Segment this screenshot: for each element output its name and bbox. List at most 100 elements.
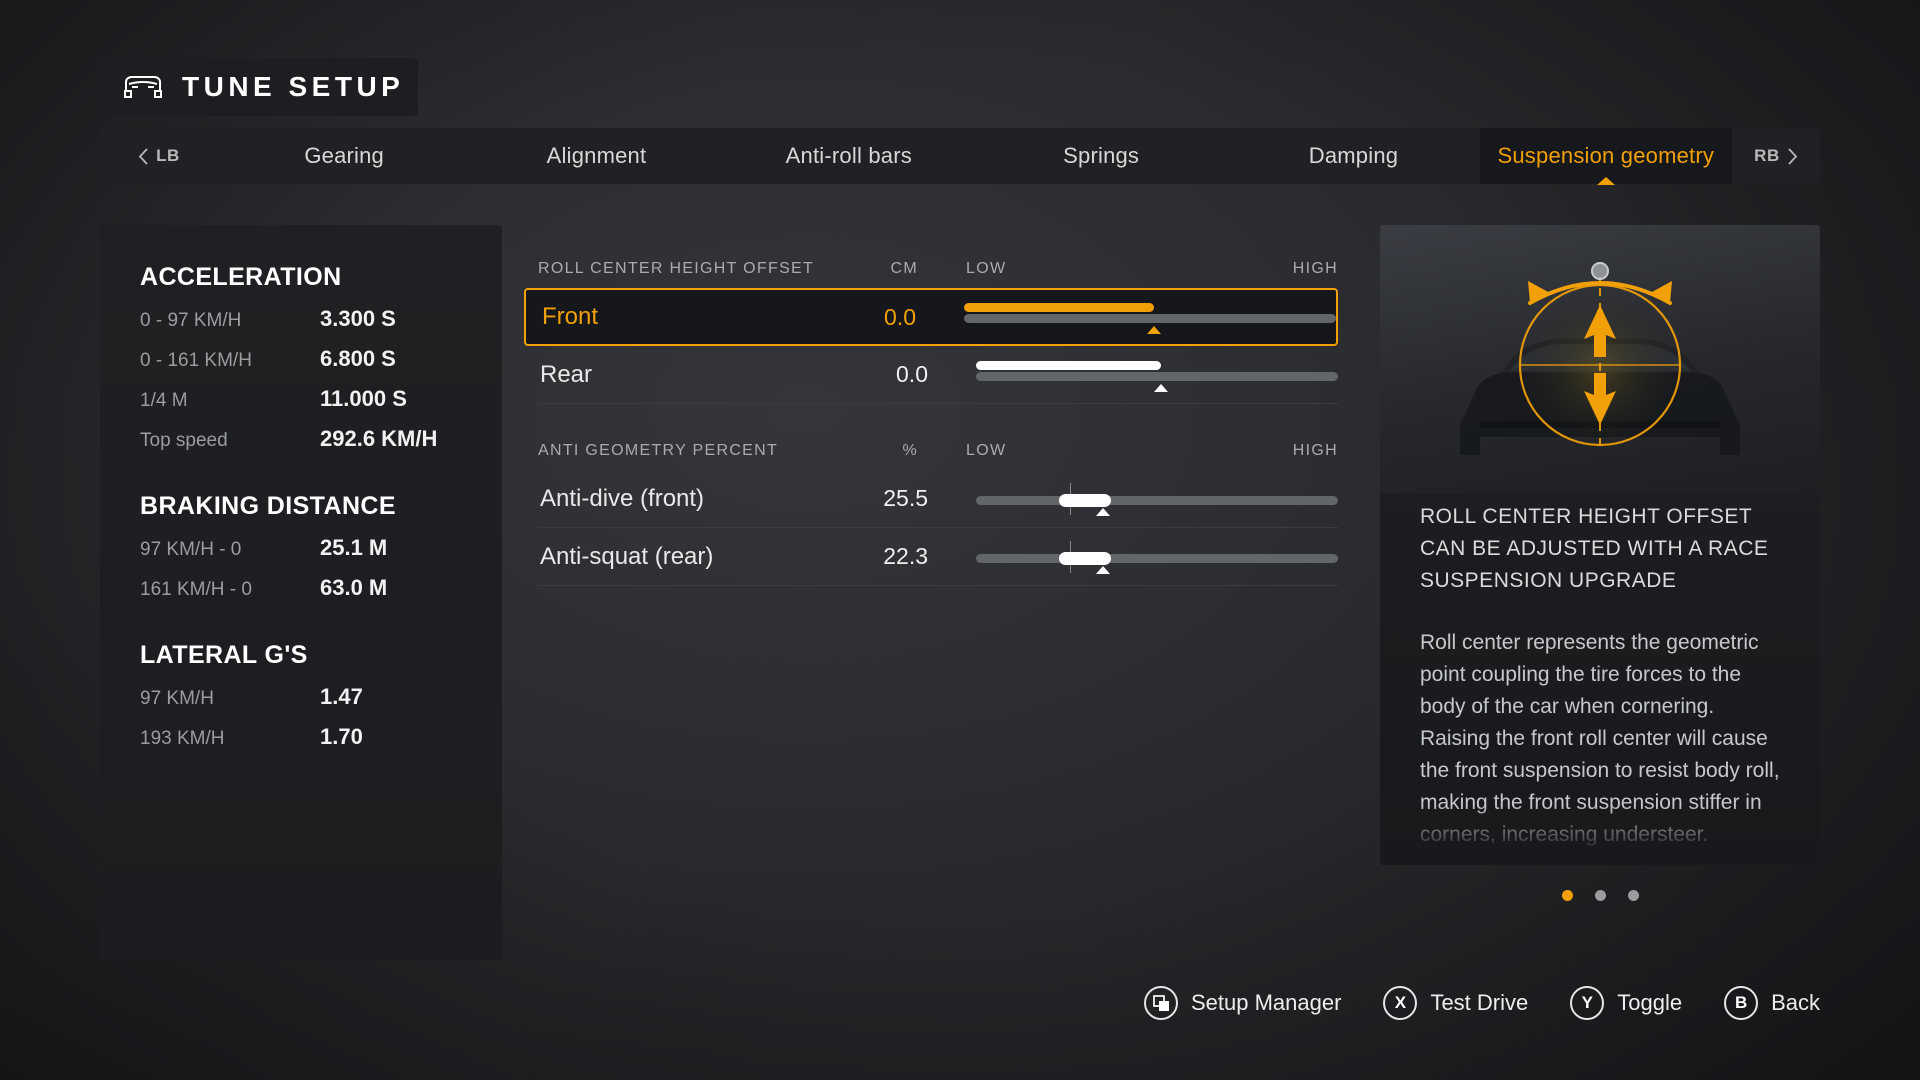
setting-name: Anti-squat (rear) <box>540 542 714 570</box>
stat-value: 6.800 S <box>320 346 396 371</box>
tab-label: Alignment <box>546 143 647 168</box>
footer-button-label: Back <box>1771 990 1820 1015</box>
windows-icon <box>1152 994 1169 1011</box>
tab-label: Damping <box>1308 143 1399 168</box>
setting-slider-front[interactable] <box>964 303 1336 334</box>
setting-value: 25.5 <box>883 485 928 511</box>
footer-button-label: Setup Manager <box>1191 990 1342 1015</box>
group-title: ANTI GEOMETRY PERCENT <box>538 442 779 459</box>
stat-row: 0 - 161 KM/H 6.800 S <box>140 346 462 386</box>
setup-manager-icon <box>1144 986 1178 1020</box>
pagination-dot-2[interactable] <box>1594 890 1606 901</box>
pagination-dot-1[interactable] <box>1561 890 1573 901</box>
stat-label: 0 - 161 KM/H <box>140 350 252 371</box>
chevron-right-icon <box>1788 147 1798 165</box>
tab-bar: LB Gearing Alignment Anti-roll bars Spri… <box>100 128 1820 185</box>
stat-label: 0 - 97 KM/H <box>140 310 242 331</box>
tab-anti-roll-bars[interactable]: Anti-roll bars <box>723 128 975 184</box>
slider-marker-icon <box>1146 326 1161 334</box>
stat-row: 193 KM/H 1.70 <box>140 724 462 764</box>
group-low-label: LOW <box>966 260 1007 277</box>
settings-list: ROLL CENTER HEIGHT OFFSET CM LOW HIGH Fr… <box>524 250 1338 586</box>
slider-handle[interactable] <box>1058 551 1111 565</box>
group-header-anti-geometry: ANTI GEOMETRY PERCENT % LOW HIGH <box>538 432 1338 470</box>
stat-value: 11.000 S <box>320 386 407 411</box>
footer-actions: Setup Manager X Test Drive Y Toggle B Ba… <box>0 975 1920 1031</box>
group-unit: % <box>902 442 918 459</box>
slider-track <box>976 495 1338 505</box>
footer-button-back[interactable]: B Back <box>1724 986 1820 1020</box>
button-b-icon: B <box>1724 986 1759 1020</box>
tab-alignment[interactable]: Alignment <box>470 128 722 184</box>
stat-value: 292.6 KM/H <box>320 426 438 451</box>
car-roll-center-diagram-icon <box>1460 262 1740 455</box>
group-low-label: LOW <box>966 442 1007 459</box>
setting-slider-anti-squat[interactable] <box>976 540 1338 574</box>
slider-marker-icon <box>1095 565 1110 574</box>
setting-row-rear[interactable]: Rear 0.0 <box>538 346 1338 404</box>
setting-row-front[interactable]: Front 0.0 <box>524 288 1338 346</box>
pagination-dot-3[interactable] <box>1627 890 1639 901</box>
stat-row: 161 KM/H - 0 63.0 M <box>140 575 462 615</box>
setting-name: Anti-dive (front) <box>540 484 705 512</box>
setting-name: Front <box>542 303 599 330</box>
tab-damping[interactable]: Damping <box>1227 128 1479 184</box>
stat-value: 63.0 M <box>320 575 388 600</box>
footer-button-label: Test Drive <box>1430 990 1529 1015</box>
group-unit: CM <box>890 260 918 277</box>
tab-label: Anti-roll bars <box>785 143 912 168</box>
group-header-roll-center: ROLL CENTER HEIGHT OFFSET CM LOW HIGH <box>538 250 1338 288</box>
tab-label: Suspension geometry <box>1497 143 1715 168</box>
info-text-fade <box>1380 805 1820 865</box>
stat-row: 0 - 97 KM/H 3.300 S <box>140 306 462 346</box>
chevron-left-icon <box>138 147 148 165</box>
footer-button-toggle[interactable]: Y Toggle <box>1570 986 1682 1020</box>
stat-row: 1/4 M 11.000 S <box>140 386 462 426</box>
tab-next-rb[interactable]: RB <box>1732 128 1820 184</box>
stat-row: 97 KM/H 1.47 <box>140 684 462 724</box>
footer-button-setup-manager[interactable]: Setup Manager <box>1144 986 1341 1020</box>
footer-button-label: Toggle <box>1617 990 1683 1015</box>
stat-label: 97 KM/H <box>140 688 214 709</box>
stats-heading-lateral-gs: LATERAL G'S <box>140 641 308 669</box>
tab-label: Gearing <box>304 143 384 168</box>
setting-slider-rear[interactable] <box>976 360 1338 392</box>
slider-track <box>964 314 1336 323</box>
stat-value: 1.47 <box>320 684 363 709</box>
info-title: ROLL CENTER HEIGHT OFFSET CAN BE ADJUSTE… <box>1420 505 1769 592</box>
tab-label: Springs <box>1063 143 1140 168</box>
stats-heading-braking: BRAKING DISTANCE <box>140 492 396 520</box>
stat-row: 97 KM/H - 0 25.1 M <box>140 535 462 575</box>
slider-handle[interactable] <box>1058 493 1111 507</box>
page-title-chip: TUNE SETUP <box>100 58 418 116</box>
tab-prev-label: LB <box>156 146 180 165</box>
group-high-label: HIGH <box>1292 442 1338 459</box>
page-title: TUNE SETUP <box>182 71 405 102</box>
stat-label: Top speed <box>140 430 228 451</box>
setting-row-anti-dive[interactable]: Anti-dive (front) 25.5 <box>538 470 1338 528</box>
slider-track <box>976 553 1338 563</box>
tab-springs[interactable]: Springs <box>975 128 1227 184</box>
tab-suspension-geometry[interactable]: Suspension geometry <box>1479 128 1732 185</box>
tab-gearing[interactable]: Gearing <box>218 128 470 184</box>
group-title: ROLL CENTER HEIGHT OFFSET <box>538 260 815 277</box>
slider-marker-icon <box>1153 383 1168 392</box>
group-high-label: HIGH <box>1292 260 1338 277</box>
tab-next-label: RB <box>1754 146 1780 165</box>
stat-value: 1.70 <box>320 724 363 749</box>
stats-heading-acceleration: ACCELERATION <box>140 263 342 291</box>
slider-fill <box>976 360 1161 370</box>
setting-row-anti-squat[interactable]: Anti-squat (rear) 22.3 <box>538 528 1338 586</box>
stat-label: 1/4 M <box>140 390 188 411</box>
slider-track <box>976 371 1338 381</box>
setting-slider-anti-dive[interactable] <box>976 482 1338 516</box>
slider-marker-icon <box>1095 507 1110 516</box>
info-pagination <box>1380 890 1820 901</box>
car-front-icon <box>124 76 162 98</box>
setting-value: 0.0 <box>896 361 928 387</box>
stat-label: 97 KM/H - 0 <box>140 539 242 560</box>
button-y-icon: Y <box>1570 986 1605 1020</box>
footer-button-test-drive[interactable]: X Test Drive <box>1383 986 1528 1020</box>
stat-value: 3.300 S <box>320 306 396 331</box>
tab-prev-lb[interactable]: LB <box>100 128 218 184</box>
